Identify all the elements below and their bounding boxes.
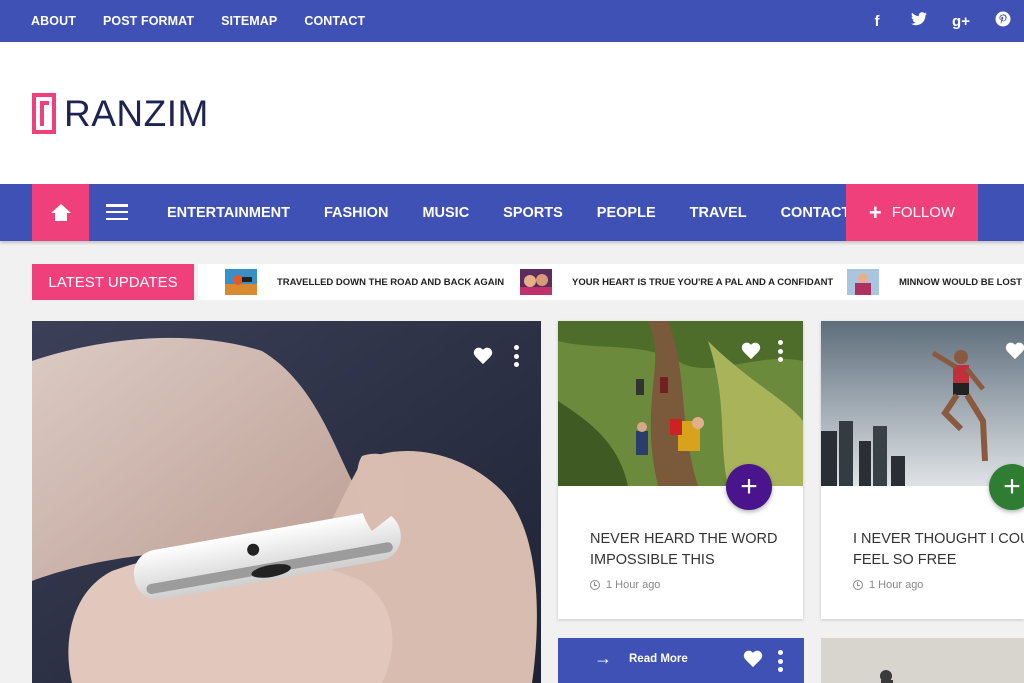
featured-post-image	[32, 321, 541, 683]
ticker-thumbnail	[225, 269, 257, 295]
post-card-image	[558, 321, 803, 486]
clock-icon	[853, 580, 863, 590]
read-more-link[interactable]: Read More	[629, 653, 688, 665]
follow-label: FOLLOW	[891, 204, 956, 221]
latest-updates-label: LATEST UPDATES	[32, 264, 194, 300]
facebook-icon[interactable]: f	[856, 13, 898, 30]
main-nav: ENTERTAINMENT FASHION MUSIC SPORTS PEOPL…	[0, 184, 1024, 241]
logo-mark[interactable]	[32, 93, 56, 134]
nav-people[interactable]: PEOPLE	[597, 205, 656, 221]
featured-post[interactable]	[32, 321, 541, 683]
top-nav-sitemap[interactable]: SITEMAP	[221, 14, 277, 28]
heart-icon[interactable]	[741, 343, 761, 361]
clock-icon	[590, 580, 600, 590]
post-card-time-text: 1 Hour ago	[606, 579, 661, 591]
ticker-item[interactable]: YOUR HEART IS TRUE YOU'RE A PAL AND A CO…	[520, 269, 833, 295]
nav-fashion[interactable]: FASHION	[324, 205, 388, 221]
top-nav-contact[interactable]: CONTACT	[304, 14, 365, 28]
social-links: f g+	[856, 0, 1024, 42]
site-header: RANZIM	[0, 42, 1024, 184]
home-icon	[50, 203, 71, 222]
more-options-icon[interactable]	[778, 340, 784, 362]
post-card-title[interactable]: NEVER HEARD THE WORD IMPOSSIBLE THIS	[590, 529, 790, 571]
ticker-item-title: MINNOW WOULD BE LOST	[899, 276, 1022, 288]
more-options-icon[interactable]	[514, 345, 520, 367]
site-logo[interactable]: RANZIM	[64, 94, 209, 134]
post-card-time: 1 Hour ago	[853, 579, 923, 591]
top-nav-about[interactable]: ABOUT	[31, 14, 76, 28]
hamburger-menu-icon[interactable]	[106, 204, 128, 220]
ticker-item[interactable]: TRAVELLED DOWN THE ROAD AND BACK AGAIN	[225, 269, 504, 295]
ticker-thumbnail	[520, 269, 552, 295]
nav-entertainment[interactable]: ENTERTAINMENT	[167, 205, 290, 221]
ticker-thumbnail	[847, 269, 879, 295]
post-card[interactable]: + I NEVER THOUGHT I COULD FEEL SO FREE 1…	[821, 321, 1024, 619]
arrow-right-icon: →	[594, 648, 612, 668]
top-nav: ABOUT POST FORMAT SITEMAP CONTACT	[31, 0, 365, 42]
nav-sports[interactable]: SPORTS	[503, 205, 563, 221]
google-plus-icon[interactable]: g+	[940, 13, 982, 30]
main-nav-links: ENTERTAINMENT FASHION MUSIC SPORTS PEOPL…	[167, 184, 850, 241]
plus-icon: +	[868, 199, 882, 225]
heart-icon[interactable]	[743, 651, 763, 669]
heart-icon[interactable]	[473, 348, 493, 366]
post-card-image	[821, 321, 1024, 486]
nav-music[interactable]: MUSIC	[422, 205, 469, 221]
post-card-image[interactable]	[821, 638, 1024, 683]
top-nav-post-format[interactable]: POST FORMAT	[103, 14, 194, 28]
nav-contact[interactable]: CONTACT	[781, 205, 851, 221]
post-card[interactable]: + NEVER HEARD THE WORD IMPOSSIBLE THIS 1…	[558, 321, 803, 619]
pinterest-icon[interactable]	[982, 11, 1024, 31]
add-button[interactable]: +	[989, 464, 1024, 510]
nav-travel[interactable]: TRAVEL	[690, 205, 747, 221]
news-ticker: TRAVELLED DOWN THE ROAD AND BACK AGAIN Y…	[198, 264, 1024, 300]
ticker-item[interactable]: MINNOW WOULD BE LOST	[847, 269, 1022, 295]
more-options-icon[interactable]	[778, 650, 784, 672]
post-card-time-text: 1 Hour ago	[869, 579, 924, 591]
ticker-item-title: TRAVELLED DOWN THE ROAD AND BACK AGAIN	[277, 276, 505, 288]
heart-icon[interactable]	[1005, 343, 1024, 361]
follow-button[interactable]: + FOLLOW	[846, 184, 978, 241]
post-card-title[interactable]: I NEVER THOUGHT I COULD FEEL SO FREE	[853, 529, 1024, 571]
home-button[interactable]	[32, 184, 89, 241]
read-more-bar[interactable]: → Read More	[558, 638, 804, 683]
top-bar: ABOUT POST FORMAT SITEMAP CONTACT f g+	[0, 0, 1024, 42]
post-card-time: 1 Hour ago	[590, 579, 660, 591]
twitter-icon[interactable]	[898, 12, 940, 30]
ticker-item-title: YOUR HEART IS TRUE YOU'RE A PAL AND A CO…	[572, 276, 834, 288]
add-button[interactable]: +	[726, 464, 772, 510]
